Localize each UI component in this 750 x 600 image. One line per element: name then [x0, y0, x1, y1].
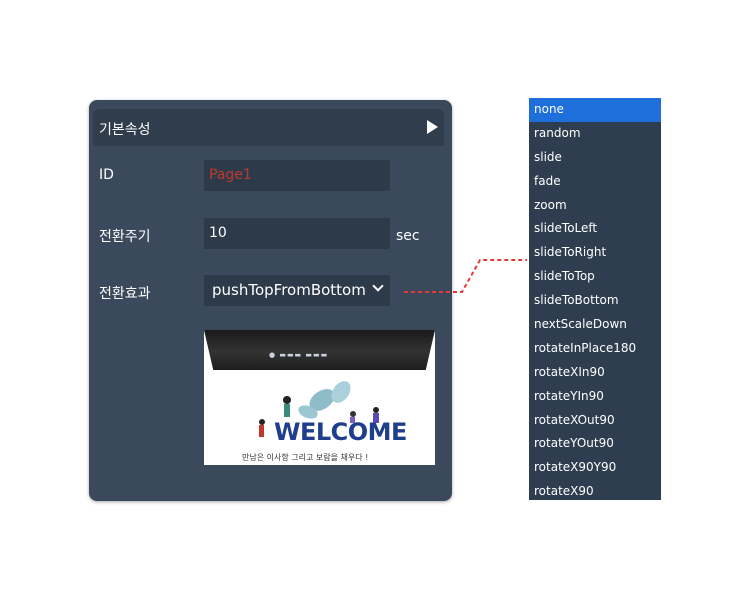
dropdown-option-zoom[interactable]: zoom: [529, 194, 661, 218]
dropdown-option-slideToBottom[interactable]: slideToBottom: [529, 289, 661, 313]
dropdown-option-none[interactable]: none: [529, 98, 661, 122]
dropdown-option-slide[interactable]: slide: [529, 146, 661, 170]
dropdown-option-rotateInPlace180[interactable]: rotateInPlace180: [529, 337, 661, 361]
dropdown-option-rotateYIn90[interactable]: rotateYIn90: [529, 385, 661, 409]
dropdown-option-nextScaleDown[interactable]: nextScaleDown: [529, 313, 661, 337]
dropdown-option-random[interactable]: random: [529, 122, 661, 146]
dropdown-option-slideToLeft[interactable]: slideToLeft: [529, 217, 661, 241]
dropdown-option-slideToTop[interactable]: slideToTop: [529, 265, 661, 289]
dropdown-option-slideToRight[interactable]: slideToRight: [529, 241, 661, 265]
dropdown-option-rotateXOut90[interactable]: rotateXOut90: [529, 409, 661, 433]
dropdown-option-rotateX90Y90[interactable]: rotateX90Y90: [529, 456, 661, 480]
dropdown-option-rotateX90[interactable]: rotateX90: [529, 480, 661, 500]
dropdown-option-rotateXIn90[interactable]: rotateXIn90: [529, 361, 661, 385]
effect-dropdown-list[interactable]: none random slide fade zoom slideToLeft slideT…: [529, 98, 661, 500]
dropdown-option-fade[interactable]: fade: [529, 170, 661, 194]
dropdown-option-rotateYOut90[interactable]: rotateYOut90: [529, 432, 661, 456]
